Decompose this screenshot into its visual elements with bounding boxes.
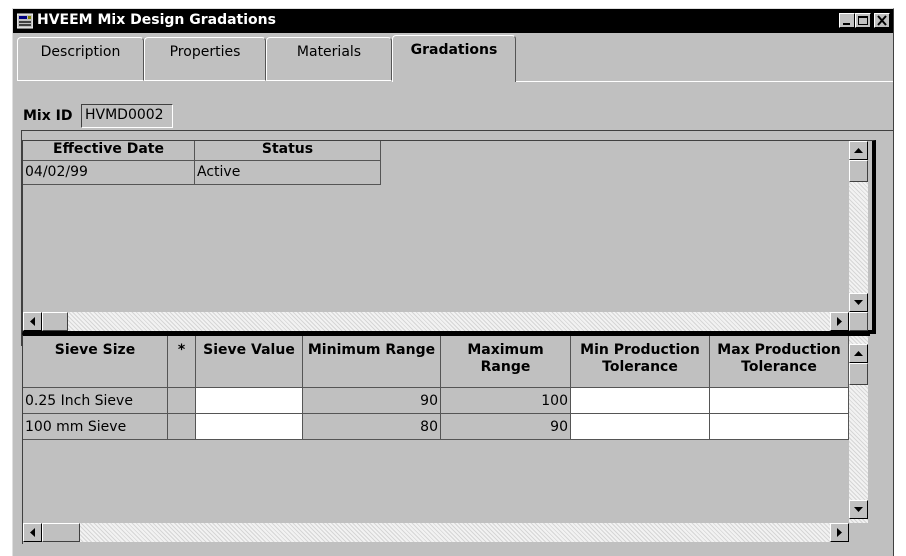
horizontal-scroll-thumb[interactable] bbox=[42, 523, 80, 542]
max-production-tolerance-input[interactable] bbox=[710, 388, 849, 414]
scroll-up-button[interactable] bbox=[849, 141, 868, 160]
scroll-down-button[interactable] bbox=[849, 293, 868, 312]
application-window: HVEEM Mix Design Gradations Description … bbox=[12, 8, 894, 556]
arrow-down-icon bbox=[850, 501, 867, 518]
column-header-star[interactable]: * bbox=[168, 336, 196, 388]
close-icon bbox=[875, 14, 889, 27]
arrow-right-icon bbox=[831, 313, 848, 330]
cell-maximum-range[interactable]: 90 bbox=[441, 414, 571, 440]
vertical-scroll-thumb[interactable] bbox=[849, 363, 868, 385]
app-window-icon bbox=[17, 13, 33, 29]
scroll-left-button[interactable] bbox=[23, 312, 42, 331]
column-header-effective-date[interactable]: Effective Date bbox=[23, 141, 195, 161]
column-header-status[interactable]: Status bbox=[195, 141, 381, 161]
tab-description[interactable]: Description bbox=[17, 37, 144, 81]
arrow-up-icon bbox=[850, 345, 867, 362]
minimize-icon bbox=[840, 14, 854, 27]
mix-id-label: Mix ID bbox=[23, 108, 73, 124]
column-header-minimum-range[interactable]: Minimum Range bbox=[303, 336, 441, 388]
cell-star[interactable] bbox=[168, 414, 196, 440]
cell-minimum-range[interactable]: 80 bbox=[303, 414, 441, 440]
window-title: HVEEM Mix Design Gradations bbox=[37, 12, 276, 28]
scroll-right-button[interactable] bbox=[830, 312, 849, 331]
min-production-tolerance-input[interactable] bbox=[571, 388, 710, 414]
status-grid-horizontal-scrollbar[interactable] bbox=[23, 312, 849, 331]
arrow-down-icon bbox=[850, 294, 867, 311]
scroll-left-button[interactable] bbox=[23, 523, 42, 542]
scroll-right-button[interactable] bbox=[830, 523, 849, 542]
maximize-icon bbox=[856, 14, 870, 27]
close-button[interactable] bbox=[874, 13, 890, 28]
sieve-value-input[interactable] bbox=[196, 414, 303, 440]
cell-sieve-size[interactable]: 0.25 Inch Sieve bbox=[23, 388, 168, 414]
column-header-sieve-value[interactable]: Sieve Value bbox=[196, 336, 303, 388]
arrow-up-icon bbox=[850, 142, 867, 159]
cell-maximum-range[interactable]: 100 bbox=[441, 388, 571, 414]
cell-status[interactable]: Active bbox=[195, 161, 381, 185]
column-header-maximum-range[interactable]: Maximum Range bbox=[441, 336, 571, 388]
arrow-right-icon bbox=[831, 524, 848, 541]
scroll-corner bbox=[849, 312, 868, 331]
column-header-min-production-tolerance[interactable]: Min Production Tolerance bbox=[571, 336, 710, 388]
scroll-up-button[interactable] bbox=[849, 344, 868, 363]
column-header-max-production-tolerance[interactable]: Max Production Tolerance bbox=[710, 336, 849, 388]
cell-minimum-range[interactable]: 90 bbox=[303, 388, 441, 414]
maximize-button[interactable] bbox=[855, 13, 871, 28]
cell-star[interactable] bbox=[168, 388, 196, 414]
tab-divider bbox=[516, 81, 893, 82]
arrow-left-icon bbox=[24, 313, 41, 330]
cell-effective-date[interactable]: 04/02/99 bbox=[23, 161, 195, 185]
min-production-tolerance-input[interactable] bbox=[571, 414, 710, 440]
vertical-scroll-thumb[interactable] bbox=[849, 160, 868, 182]
horizontal-scroll-thumb[interactable] bbox=[42, 312, 68, 331]
status-grid[interactable]: Effective Date Status 04/02/99 Active bbox=[22, 140, 876, 334]
minimize-button[interactable] bbox=[839, 13, 855, 28]
gradation-grid-horizontal-scrollbar[interactable] bbox=[23, 523, 849, 542]
arrow-left-icon bbox=[24, 524, 41, 541]
scroll-down-button[interactable] bbox=[849, 500, 868, 519]
tab-materials[interactable]: Materials bbox=[266, 37, 392, 81]
tab-gradations[interactable]: Gradations bbox=[392, 35, 516, 82]
gradation-grid[interactable]: Sieve Size * Sieve Value Minimum Range M… bbox=[22, 334, 870, 544]
mix-id-field[interactable]: HVMD0002 bbox=[81, 104, 173, 128]
max-production-tolerance-input[interactable] bbox=[710, 414, 849, 440]
sieve-value-input[interactable] bbox=[196, 388, 303, 414]
tab-properties[interactable]: Properties bbox=[144, 37, 266, 81]
column-header-sieve-size[interactable]: Sieve Size bbox=[23, 336, 168, 388]
title-bar[interactable]: HVEEM Mix Design Gradations bbox=[13, 9, 893, 33]
cell-sieve-size[interactable]: 100 mm Sieve bbox=[23, 414, 168, 440]
